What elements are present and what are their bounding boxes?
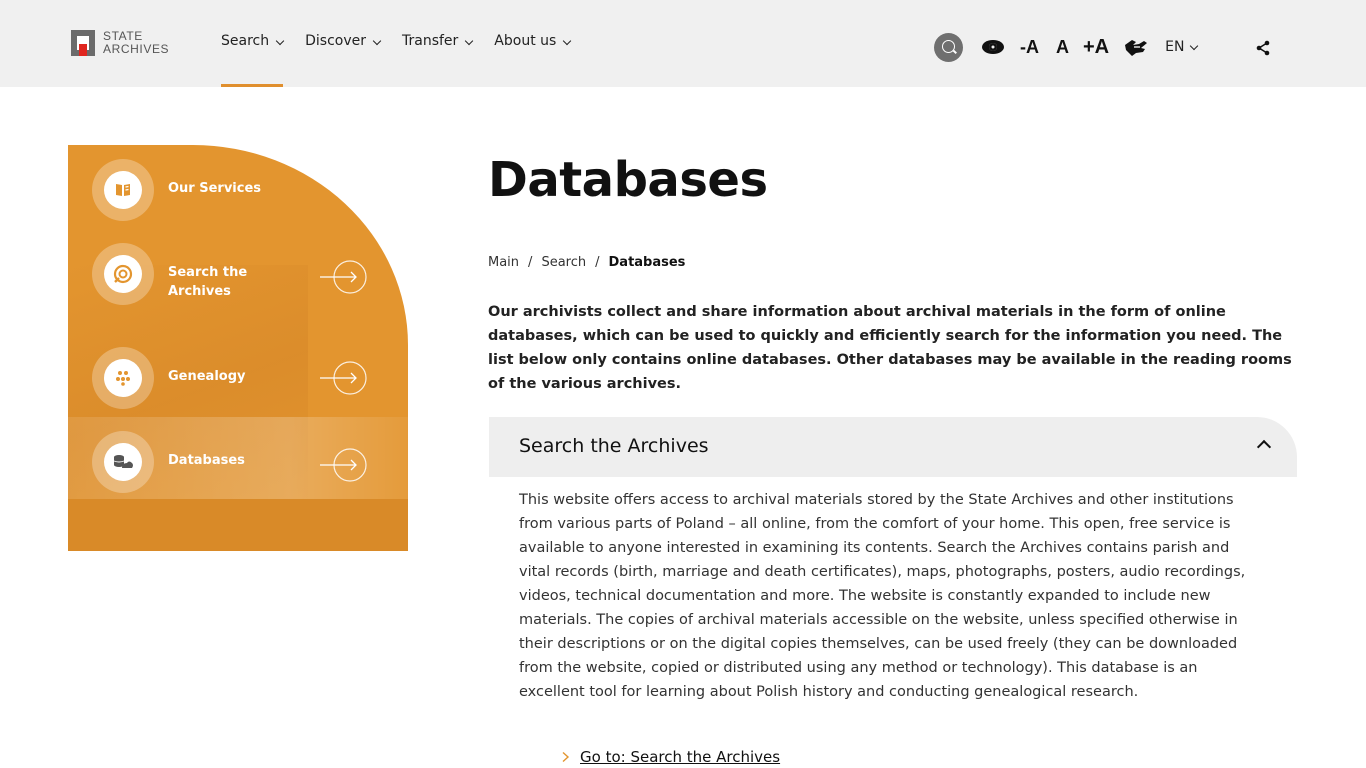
page-title: Databases (488, 152, 768, 208)
accessibility-toolbar: -A A +A EN (934, 32, 1199, 62)
logo-line-2: ARCHIVES (103, 42, 170, 56)
chevron-down-icon (372, 36, 382, 46)
language-label: EN (1165, 39, 1185, 55)
accordion-title: Search the Archives (519, 435, 709, 457)
search-icon[interactable] (934, 32, 963, 62)
breadcrumb-separator: / (528, 255, 533, 270)
intro-text: Our archivists collect and share informa… (488, 304, 1292, 392)
nav-transfer-label: Transfer (402, 33, 459, 49)
font-increase-button[interactable]: +A (1083, 36, 1109, 59)
sidebar-item-genealogy[interactable]: Genealogy (68, 347, 408, 409)
arrow-right-icon (320, 260, 367, 294)
language-selector[interactable]: EN (1165, 39, 1199, 55)
nav-discover-label: Discover (305, 33, 366, 49)
arrow-right-icon (320, 448, 367, 482)
state-archives-logo[interactable]: STATE ARCHIVES (71, 30, 169, 56)
nav-transfer[interactable]: Transfer (402, 0, 474, 87)
breadcrumb: Main / Search / Databases (488, 255, 685, 270)
sidebar-item-our-services[interactable]: Our Services (68, 159, 408, 221)
nav-search[interactable]: Search (221, 0, 285, 87)
chevron-down-icon (465, 36, 474, 46)
font-normal-button[interactable]: A (1056, 37, 1069, 58)
nav-search-label: Search (221, 33, 270, 49)
sidebar-item-label: Our Services (168, 181, 262, 196)
share-icon[interactable] (1256, 40, 1270, 56)
chevron-up-icon (1256, 439, 1272, 455)
nav-discover[interactable]: Discover (305, 0, 382, 87)
chevron-down-icon (1190, 41, 1199, 50)
arrow-right-icon (520, 751, 570, 763)
logo-text: STATE ARCHIVES (103, 30, 169, 56)
sidebar-item-search-the-archives[interactable]: Search the Archives (68, 243, 408, 305)
sidebar-icon-circle (92, 159, 154, 221)
main-nav: Search Discover Transfer About us (221, 0, 592, 87)
archive-search-icon (113, 264, 133, 284)
breadcrumb-main[interactable]: Main (488, 255, 519, 270)
chevron-down-icon (275, 36, 285, 46)
sign-language-icon[interactable] (1123, 36, 1149, 58)
accordion-search-the-archives: Search the Archives This website offers … (489, 417, 1297, 704)
breadcrumb-separator: / (595, 255, 600, 270)
family-tree-icon (116, 371, 130, 386)
book-icon (116, 184, 130, 196)
section-sidebar: Our Services Search the Archives Genealo… (68, 145, 408, 551)
font-decrease-button[interactable]: -A (1020, 37, 1039, 58)
go-to-link-label: Go to: Search the Archives (580, 748, 781, 766)
sidebar-item-label: Genealogy (168, 369, 246, 384)
database-icon (113, 455, 133, 468)
sidebar-icon-circle (92, 243, 154, 305)
breadcrumb-search[interactable]: Search (541, 255, 586, 270)
high-contrast-eye-icon[interactable] (982, 39, 1004, 55)
nav-about-us[interactable]: About us (494, 0, 572, 87)
nav-about-us-label: About us (494, 33, 557, 49)
sidebar-icon-circle (92, 431, 154, 493)
sidebar-item-label: Databases (168, 453, 245, 468)
arrow-right-icon (320, 361, 367, 395)
go-to-search-the-archives-link[interactable]: Go to: Search the Archives (520, 748, 780, 766)
accordion-header[interactable]: Search the Archives (489, 417, 1297, 477)
sidebar-item-label: Search the Archives (168, 265, 248, 299)
accordion-body-text: This website offers access to archival m… (519, 492, 1246, 700)
sidebar-icon-circle (92, 347, 154, 409)
logo-mark-icon (71, 30, 95, 56)
chevron-down-icon (563, 36, 572, 46)
sidebar-item-databases[interactable]: Databases (68, 417, 408, 499)
sidebar-bottom-band (68, 499, 408, 551)
site-header: STATE ARCHIVES Search Discover Transfer … (0, 0, 1366, 87)
breadcrumb-current: Databases (608, 255, 686, 270)
